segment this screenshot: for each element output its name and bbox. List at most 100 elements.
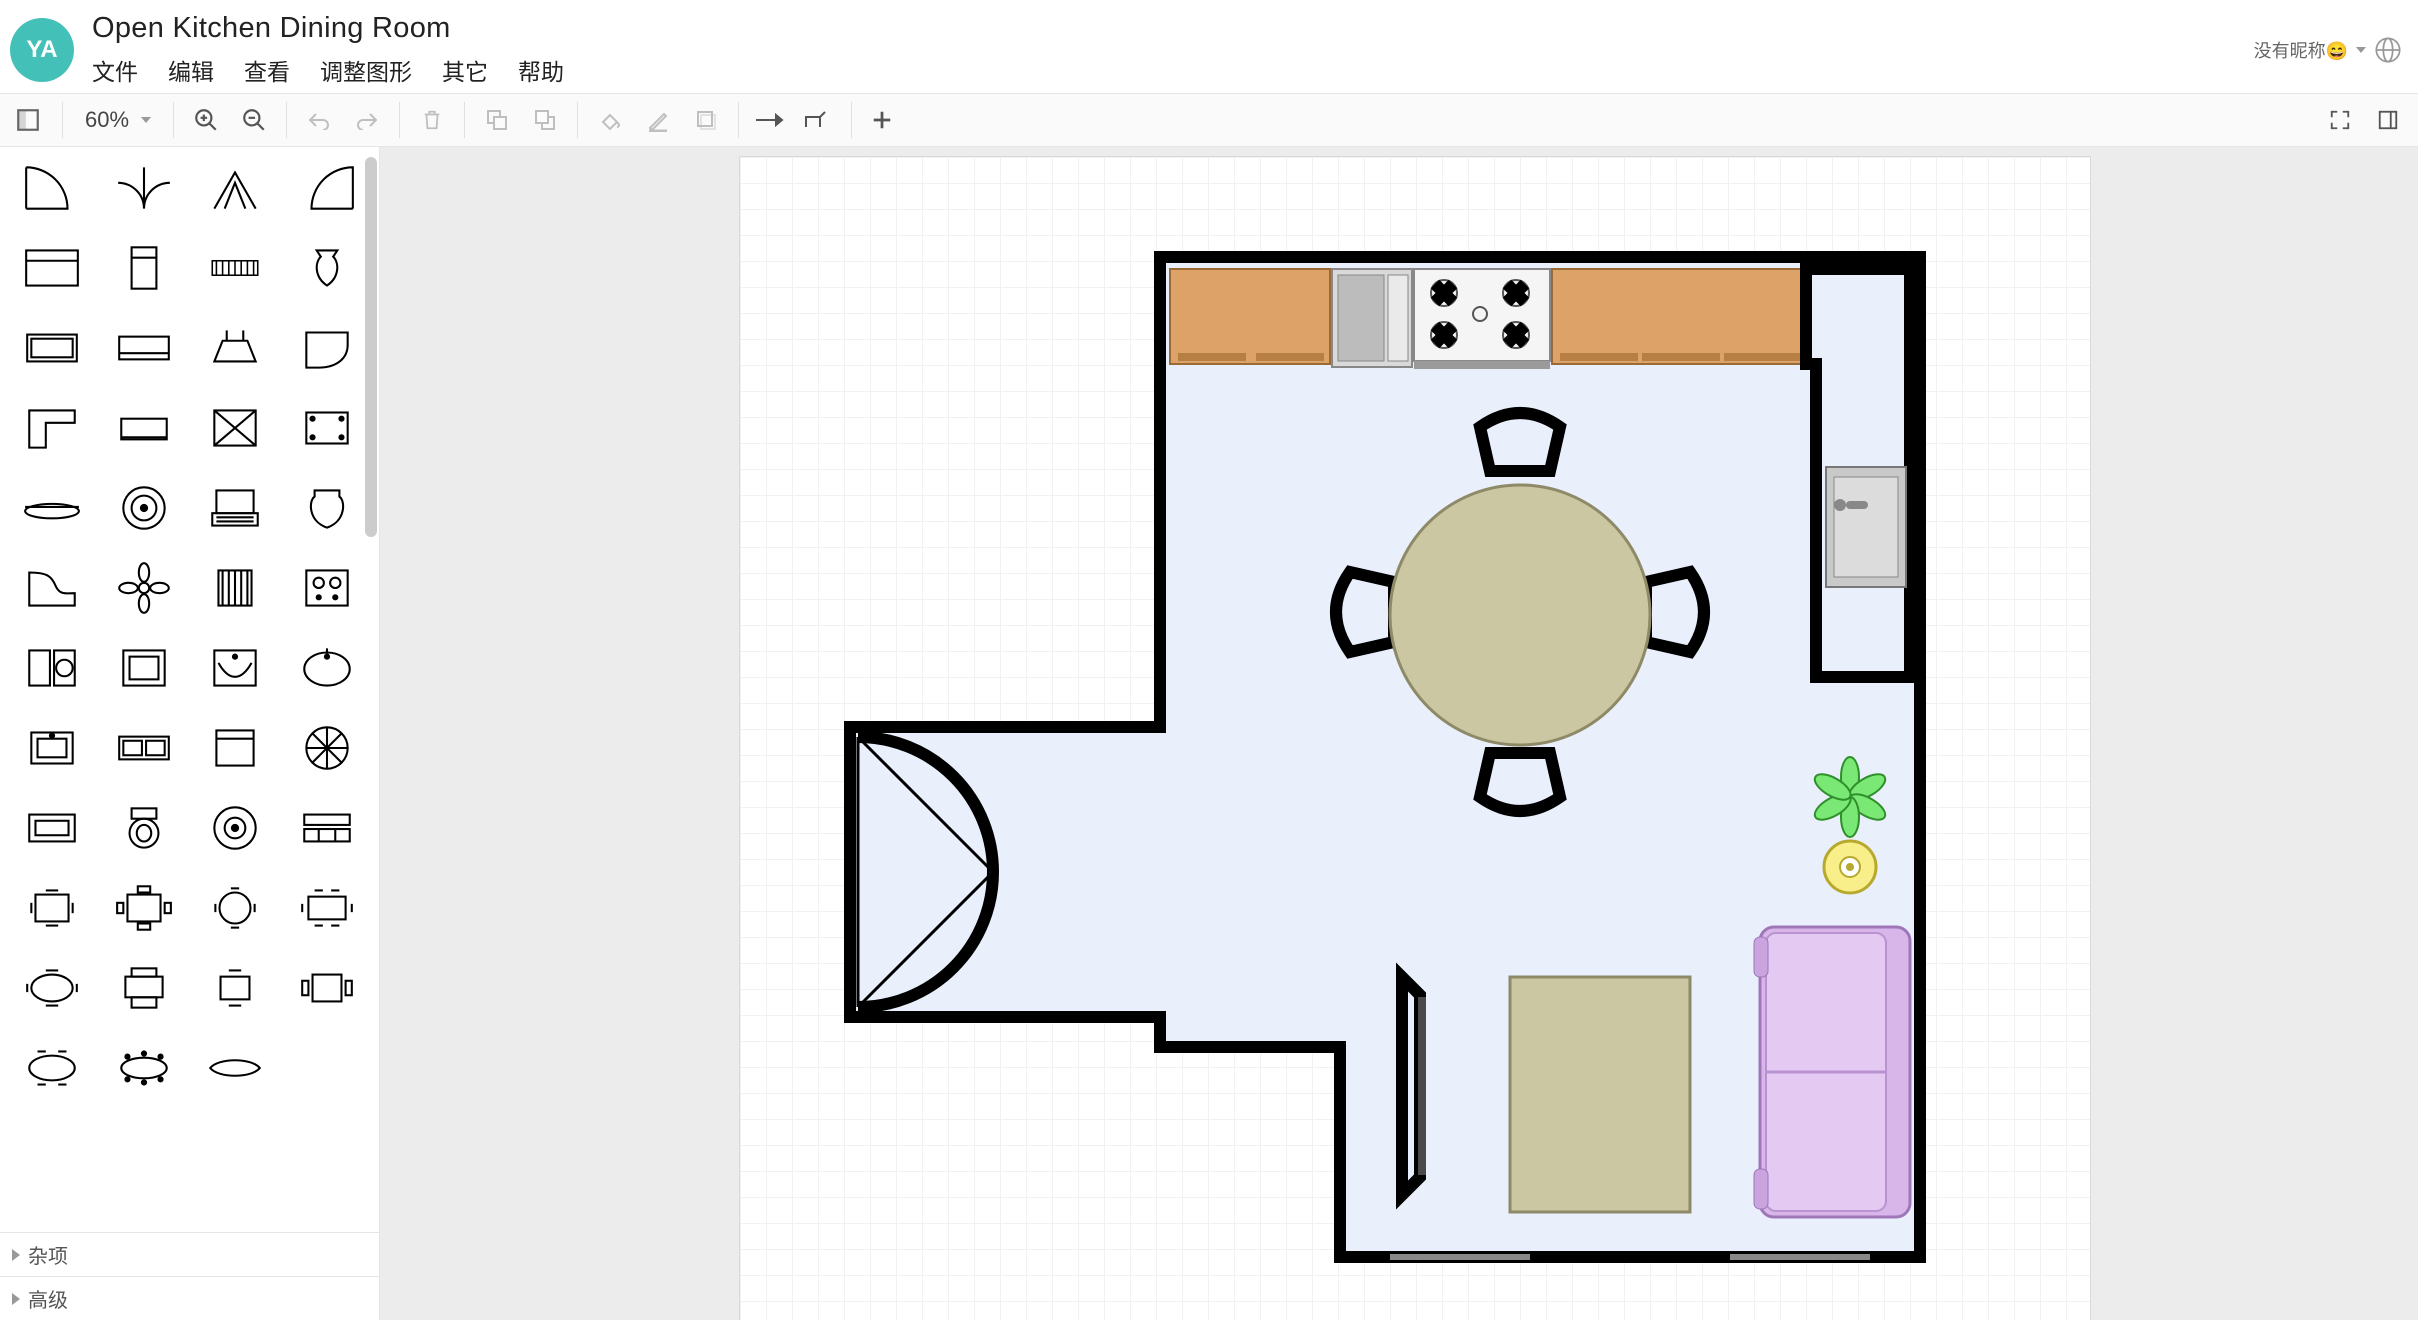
user-avatar[interactable]: YA — [10, 18, 74, 82]
zoom-out-button[interactable] — [232, 100, 276, 140]
fill-color-button[interactable] — [588, 100, 632, 140]
format-panel-button[interactable] — [2366, 100, 2410, 140]
flat-tv[interactable] — [1402, 977, 1426, 1195]
sidebar-scrollbar[interactable] — [365, 157, 377, 537]
app-header: YA Open Kitchen Dining Room 文件 编辑 查看 调整图… — [0, 0, 2418, 93]
shape-toilet[interactable] — [106, 793, 182, 863]
floor-lamp[interactable] — [1824, 841, 1876, 893]
user-name-label: 没有昵称😄 — [2254, 37, 2348, 63]
shadow-button[interactable] — [684, 100, 728, 140]
zoom-in-button[interactable] — [184, 100, 228, 140]
shape-bed[interactable] — [14, 233, 90, 303]
shape-frame[interactable] — [106, 633, 182, 703]
shape-xbox[interactable] — [198, 393, 274, 463]
shape-stove[interactable] — [289, 553, 365, 623]
view-mode-button[interactable] — [8, 100, 52, 140]
toolbar: 60% — [0, 93, 2418, 147]
shape-table-side[interactable] — [289, 953, 365, 1023]
menu-extras[interactable]: 其它 — [442, 53, 488, 87]
menu-edit[interactable]: 编辑 — [168, 53, 214, 87]
menu-help[interactable]: 帮助 — [518, 53, 564, 87]
menu-bar: 文件 编辑 查看 调整图形 其它 帮助 — [92, 53, 564, 87]
shape-vents[interactable] — [198, 233, 274, 303]
category-advanced[interactable]: 高级 — [0, 1276, 379, 1320]
insert-button[interactable] — [862, 100, 906, 140]
globe-icon — [2374, 36, 2402, 64]
shape-table-sq2[interactable] — [106, 873, 182, 943]
shape-mirror[interactable] — [289, 393, 365, 463]
zoom-level[interactable]: 60% — [71, 107, 165, 133]
shape-flower[interactable] — [106, 553, 182, 623]
shape-screen[interactable] — [106, 393, 182, 463]
delete-button[interactable] — [410, 100, 454, 140]
shapes-sidebar: 杂项 高级 — [0, 147, 380, 1320]
shape-desk[interactable] — [106, 313, 182, 383]
oven[interactable] — [1332, 269, 1412, 367]
shape-quarter[interactable] — [289, 153, 365, 223]
floorplan-drawing[interactable] — [790, 237, 1990, 1277]
sofa[interactable] — [1754, 927, 1910, 1217]
shape-tv[interactable] — [14, 313, 90, 383]
category-misc[interactable]: 杂项 — [0, 1232, 379, 1276]
cabinet-upper-right[interactable] — [1552, 269, 1806, 364]
cooktop[interactable] — [1414, 269, 1550, 369]
shape-sink2[interactable] — [14, 713, 90, 783]
shape-door-arc[interactable] — [14, 153, 90, 223]
shape-panel[interactable] — [198, 713, 274, 783]
shape-door-arc-2[interactable] — [106, 153, 182, 223]
shape-table-2[interactable] — [198, 953, 274, 1023]
triangle-right-icon — [12, 1293, 20, 1305]
menu-view[interactable]: 查看 — [244, 53, 290, 87]
menu-file[interactable]: 文件 — [92, 53, 138, 87]
category-label: 杂项 — [28, 1240, 68, 1269]
shape-table-sq[interactable] — [14, 873, 90, 943]
shape-oval-6[interactable] — [14, 1033, 90, 1103]
category-label: 高级 — [28, 1284, 68, 1313]
document-title[interactable]: Open Kitchen Dining Room — [92, 12, 564, 45]
cabinet-upper-left[interactable] — [1170, 269, 1330, 364]
shape-sink-sq[interactable] — [198, 633, 274, 703]
shape-piano[interactable] — [14, 553, 90, 623]
undo-button[interactable] — [297, 100, 341, 140]
line-color-button[interactable] — [636, 100, 680, 140]
shape-dbl-sink[interactable] — [106, 713, 182, 783]
shape-oval-table[interactable] — [14, 953, 90, 1023]
connection-button[interactable] — [749, 100, 793, 140]
shape-corner[interactable] — [289, 313, 365, 383]
sink[interactable] — [1826, 467, 1906, 587]
canvas[interactable] — [380, 147, 2418, 1320]
zoom-label: 60% — [85, 107, 129, 133]
shape-fan[interactable] — [198, 153, 274, 223]
shape-hood[interactable] — [198, 313, 274, 383]
shape-disc[interactable] — [106, 473, 182, 543]
user-menu[interactable]: 没有昵称😄 — [2254, 36, 2402, 64]
shape-table-round[interactable] — [198, 873, 274, 943]
redo-button[interactable] — [345, 100, 389, 140]
shape-rack[interactable] — [289, 793, 365, 863]
shape-empty — [289, 1033, 365, 1103]
shape-lshelf[interactable] — [14, 393, 90, 463]
shape-cabinet[interactable] — [106, 233, 182, 303]
to-front-button[interactable] — [475, 100, 519, 140]
fullscreen-button[interactable] — [2318, 100, 2362, 140]
waypoints-button[interactable] — [797, 100, 841, 140]
shape-target[interactable] — [198, 793, 274, 863]
shape-jar[interactable] — [289, 473, 365, 543]
shape-spiral[interactable] — [289, 713, 365, 783]
shape-eye[interactable] — [198, 1033, 274, 1103]
shape-vase[interactable] — [289, 233, 365, 303]
shape-laptop[interactable] — [198, 473, 274, 543]
shape-grill[interactable] — [198, 553, 274, 623]
shape-washer[interactable] — [14, 633, 90, 703]
rug[interactable] — [1510, 977, 1690, 1212]
to-back-button[interactable] — [523, 100, 567, 140]
shapes-palette — [0, 147, 379, 1232]
shape-basin[interactable] — [289, 633, 365, 703]
shape-printer[interactable] — [106, 953, 182, 1023]
shape-bar[interactable] — [14, 473, 90, 543]
menu-arrange[interactable]: 调整图形 — [320, 53, 412, 87]
shape-tray[interactable] — [14, 793, 90, 863]
drawing-page[interactable] — [740, 157, 2090, 1320]
shape-table-6[interactable] — [289, 873, 365, 943]
shape-oval-dots[interactable] — [106, 1033, 182, 1103]
